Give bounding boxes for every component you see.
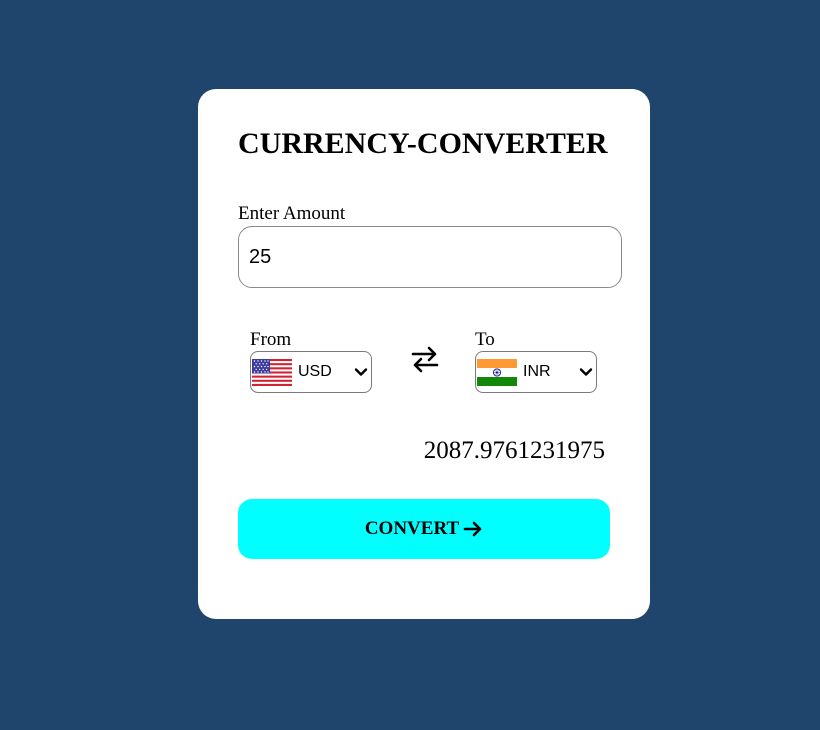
- arrow-right-icon: [463, 521, 482, 537]
- swap-arrows-icon[interactable]: [410, 344, 440, 374]
- from-currency-select[interactable]: USD: [250, 351, 372, 393]
- from-label: From: [250, 329, 292, 350]
- converter-card: CURRENCY-CONVERTER Enter Amount From USD: [198, 89, 650, 619]
- us-flag-icon: [252, 358, 292, 386]
- page-title: CURRENCY-CONVERTER: [238, 127, 608, 160]
- from-currency-code: USD: [298, 363, 332, 380]
- to-label: To: [475, 329, 495, 350]
- convert-button[interactable]: CONVERT: [238, 499, 610, 559]
- chevron-down-icon: [354, 368, 368, 376]
- convert-button-label: CONVERT: [364, 518, 460, 539]
- to-currency-code: INR: [523, 363, 551, 380]
- amount-label: Enter Amount: [238, 203, 346, 224]
- conversion-result: 2087.9761231975: [423, 437, 605, 464]
- amount-input[interactable]: [238, 226, 622, 288]
- chevron-down-icon: [579, 368, 593, 376]
- india-flag-icon: [477, 358, 517, 386]
- to-currency-select[interactable]: INR: [475, 351, 597, 393]
